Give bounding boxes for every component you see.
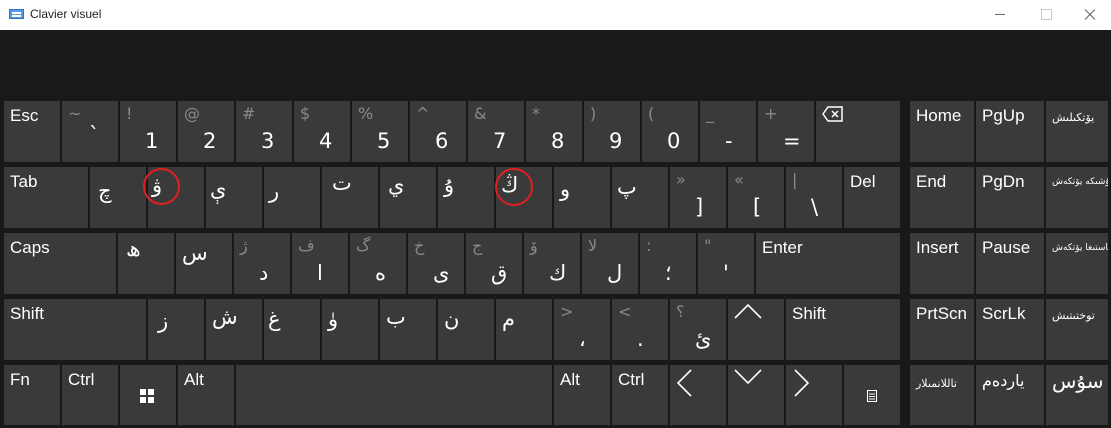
- key-4[interactable]: $4: [294, 101, 350, 162]
- key-h[interactable]: خى: [408, 233, 464, 294]
- key-arrow-up[interactable]: [728, 299, 784, 360]
- key-fn[interactable]: Fn: [4, 365, 60, 425]
- key-windows[interactable]: [120, 365, 176, 425]
- key-o[interactable]: و: [554, 167, 610, 228]
- key-home[interactable]: Home: [910, 101, 974, 162]
- key-insert[interactable]: Insert: [910, 233, 974, 294]
- key-semicolon[interactable]: : ؛: [640, 233, 696, 294]
- key-ctrl-right[interactable]: Ctrl: [612, 365, 668, 425]
- key-p[interactable]: پ: [612, 167, 668, 228]
- close-button[interactable]: [1067, 0, 1111, 30]
- chevron-down-icon: [734, 369, 762, 385]
- window-title: Clavier visuel: [30, 7, 102, 21]
- key-3[interactable]: #3: [236, 101, 292, 162]
- key-move-up[interactable]: يۆتكىلىش: [1046, 101, 1108, 162]
- key-backslash[interactable]: | \: [786, 167, 842, 228]
- chevron-right-icon: [794, 369, 810, 397]
- key-scrlk[interactable]: ScrLk: [976, 299, 1044, 360]
- key-l[interactable]: لا ل: [582, 233, 638, 294]
- key-pause[interactable]: Pause: [976, 233, 1044, 294]
- key-esc[interactable]: Esc: [4, 101, 60, 162]
- key-z[interactable]: ز: [148, 299, 204, 360]
- key-arrow-left[interactable]: [670, 365, 726, 425]
- key-ctrl-left[interactable]: Ctrl: [62, 365, 118, 425]
- key-end[interactable]: End: [910, 167, 974, 228]
- key-context-menu[interactable]: [844, 365, 900, 425]
- key-a[interactable]: ھ: [118, 233, 174, 294]
- key-x[interactable]: ش: [206, 299, 262, 360]
- key-comma[interactable]: > ،: [554, 299, 610, 360]
- key-enter[interactable]: Enter: [756, 233, 900, 294]
- key-del[interactable]: Del: [844, 167, 900, 228]
- key-1[interactable]: ! 1: [120, 101, 176, 162]
- key-c[interactable]: غ: [264, 299, 320, 360]
- key-shift-right[interactable]: Shift: [786, 299, 900, 360]
- key-m[interactable]: م: [496, 299, 552, 360]
- key-equals[interactable]: + =: [758, 101, 814, 162]
- key-help[interactable]: يارده‌م: [976, 365, 1044, 425]
- key-options[interactable]: تاللانمىلار: [910, 365, 974, 425]
- windows-logo-icon: [140, 389, 154, 403]
- key-b[interactable]: ب: [380, 299, 436, 360]
- key-6[interactable]: ^ 6: [410, 101, 466, 162]
- chevron-up-icon: [734, 303, 762, 319]
- title-bar: Clavier visuel: [0, 0, 1111, 30]
- key-close-bracket[interactable]: »]: [670, 167, 726, 228]
- key-8[interactable]: * 8: [526, 101, 582, 162]
- key-0[interactable]: (0: [642, 101, 698, 162]
- key-open-bracket[interactable]: «[: [728, 167, 784, 228]
- key-alt-left[interactable]: Alt: [178, 365, 234, 425]
- key-prtscn[interactable]: PrtScn: [910, 299, 974, 360]
- key-fade[interactable]: توختىتىش: [1046, 299, 1108, 360]
- key-space[interactable]: [236, 365, 552, 425]
- key-slash[interactable]: ؟ ئ: [670, 299, 726, 360]
- key-y[interactable]: ي: [380, 167, 436, 228]
- key-backspace[interactable]: [816, 101, 900, 162]
- key-period[interactable]: <.: [612, 299, 668, 360]
- key-q[interactable]: چ: [90, 167, 146, 228]
- key-alt-right[interactable]: Alt: [554, 365, 610, 425]
- keyboard-top-area: [0, 30, 1111, 97]
- highlight-circle-w: [143, 168, 180, 205]
- key-u[interactable]: ۇ: [438, 167, 494, 228]
- key-arrow-down[interactable]: [728, 365, 784, 425]
- minimize-button[interactable]: [977, 0, 1023, 30]
- key-backtick[interactable]: ~ `: [62, 101, 118, 162]
- key-e[interactable]: ې: [206, 167, 262, 228]
- backspace-icon: [822, 106, 843, 122]
- maximize-button[interactable]: [1023, 0, 1069, 30]
- key-f[interactable]: فا: [292, 233, 348, 294]
- key-t[interactable]: ت: [322, 167, 378, 228]
- key-pgup[interactable]: PgUp: [976, 101, 1044, 162]
- menu-icon: [867, 390, 877, 402]
- key-quote[interactable]: " ': [698, 233, 754, 294]
- key-fade-bottom[interactable]: سۇس: [1046, 365, 1108, 425]
- key-caps[interactable]: Caps: [4, 233, 116, 294]
- key-5[interactable]: % 5: [352, 101, 408, 162]
- key-minus[interactable]: _ -: [700, 101, 756, 162]
- highlight-circle-i: [495, 168, 533, 206]
- key-pgdn[interactable]: PgDn: [976, 167, 1044, 228]
- key-k[interactable]: ۆك: [524, 233, 580, 294]
- key-d[interactable]: ژد: [234, 233, 290, 294]
- key-9[interactable]: ) 9: [584, 101, 640, 162]
- chevron-left-icon: [676, 369, 692, 397]
- key-s[interactable]: س: [176, 233, 232, 294]
- key-g[interactable]: گە: [350, 233, 406, 294]
- key-move-down[interactable]: تۇشىكە يۆتكەش: [1046, 167, 1108, 228]
- key-arrow-right[interactable]: [786, 365, 842, 425]
- keyboard-app-icon: [9, 9, 24, 19]
- key-dock-bottom[interactable]: ئاستىغا يۆتكەش: [1046, 233, 1108, 294]
- key-7[interactable]: & 7: [468, 101, 524, 162]
- key-j[interactable]: جق: [466, 233, 522, 294]
- key-v[interactable]: ۈ: [322, 299, 378, 360]
- key-r[interactable]: ر: [264, 167, 320, 228]
- key-2[interactable]: @2: [178, 101, 234, 162]
- key-tab[interactable]: Tab: [4, 167, 88, 228]
- key-shift-left[interactable]: Shift: [4, 299, 146, 360]
- key-n[interactable]: ن: [438, 299, 494, 360]
